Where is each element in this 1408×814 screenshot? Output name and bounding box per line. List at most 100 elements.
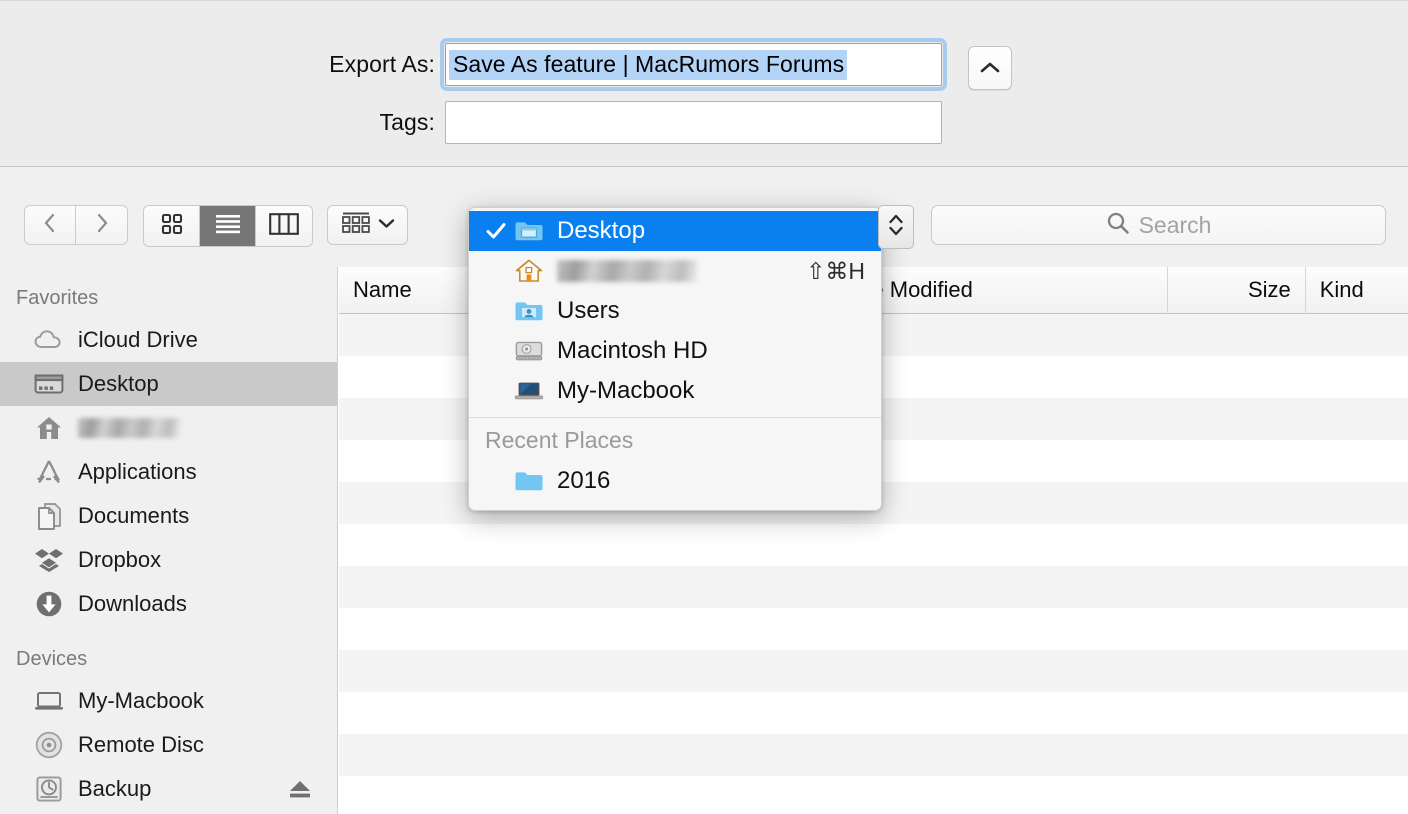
disc-icon: [34, 730, 64, 760]
list-icon: [214, 213, 242, 240]
view-mode-segmented-control: [143, 205, 313, 247]
search-placeholder: Search: [1138, 211, 1212, 238]
sidebar-item-label: Remote Disc: [78, 732, 204, 757]
column-view-button[interactable]: [256, 206, 312, 246]
chevron-down-icon: [378, 216, 395, 234]
sidebar-item-documents[interactable]: Documents: [0, 494, 337, 538]
table-row[interactable]: [339, 650, 1408, 692]
sidebar-item-label: iCloud Drive: [78, 327, 198, 352]
column-header-kind[interactable]: Kind: [1306, 267, 1408, 314]
chevron-left-icon: [43, 212, 57, 239]
laptop-color-icon: [511, 380, 547, 402]
popup-item-users[interactable]: Users: [469, 291, 881, 331]
popup-item-home[interactable]: ⇧⌘H: [469, 251, 881, 291]
sidebar-item-label: Documents: [78, 503, 190, 528]
sidebar-item-downloads[interactable]: Downloads: [0, 582, 337, 626]
stepper-up-down-icon: [887, 210, 905, 245]
dropbox-icon: [34, 545, 64, 575]
grid-icon: [160, 212, 184, 241]
home-icon: [34, 413, 64, 443]
popup-item-my-macbook[interactable]: My-Macbook: [469, 371, 881, 411]
export-options-pane: Export As: Save As feature | MacRumors F…: [0, 0, 1408, 167]
table-row[interactable]: [339, 692, 1408, 734]
popup-item-label: 2016: [557, 467, 611, 494]
export-as-label: Export As:: [329, 51, 435, 77]
popup-item-2016[interactable]: 2016: [469, 461, 881, 501]
location-popup-menu: Desktop ⇧⌘H Users Macintosh HD My-Macboo…: [468, 207, 882, 511]
sidebar-item-label: Backup: [78, 776, 152, 801]
export-as-input[interactable]: Save As feature | MacRumors Forums: [440, 38, 947, 91]
search-icon: [1106, 211, 1130, 240]
search-input[interactable]: Search: [931, 205, 1386, 245]
popup-recent-places-title: Recent Places: [485, 427, 634, 453]
cloud-icon: [34, 325, 64, 355]
sidebar-item-desktop[interactable]: Desktop: [0, 362, 337, 406]
sidebar-item-remote-disc[interactable]: Remote Disc: [0, 723, 337, 767]
popup-separator: [469, 417, 881, 418]
sidebar-item-label: My-Macbook: [78, 688, 204, 713]
back-button[interactable]: [24, 205, 76, 245]
chevron-up-icon: [979, 61, 1001, 75]
arrange-by-button[interactable]: [327, 205, 408, 245]
popup-item-shortcut: ⇧⌘H: [806, 257, 865, 284]
export-as-value: Save As feature | MacRumors Forums: [449, 49, 848, 80]
popup-item-label: Macintosh HD: [557, 337, 708, 364]
sidebar-item-icloud-drive[interactable]: iCloud Drive: [0, 318, 337, 362]
folder-desktop-icon: [511, 219, 547, 243]
folder-icon: [511, 469, 547, 493]
sidebar-item-applications[interactable]: Applications: [0, 450, 337, 494]
home-icon-color: [511, 258, 547, 284]
documents-icon: [34, 501, 64, 531]
sidebar-item-home[interactable]: [0, 406, 337, 450]
icon-view-button[interactable]: [144, 206, 200, 246]
column-header-size[interactable]: Size: [1168, 267, 1306, 314]
laptop-icon: [34, 686, 64, 716]
sidebar-group-favorites-title: Favorites: [16, 287, 99, 309]
collapse-dialog-button[interactable]: [968, 46, 1012, 90]
table-row[interactable]: [339, 524, 1408, 566]
sidebar-group-devices-title: Devices: [16, 648, 88, 670]
sidebar-item-label: Dropbox: [78, 547, 162, 572]
arrange-grid-icon: [341, 211, 371, 240]
chevron-right-icon: [95, 212, 109, 239]
navigation-buttons: [24, 205, 128, 245]
table-row[interactable]: [339, 776, 1408, 814]
forward-button[interactable]: [76, 205, 128, 245]
sidebar-item-my-macbook[interactable]: My-Macbook: [0, 679, 337, 723]
tags-input[interactable]: [445, 101, 942, 144]
save-dialog: Export As: Save As feature | MacRumors F…: [0, 0, 1408, 814]
sidebar-item-backup[interactable]: Backup: [0, 767, 337, 811]
popup-item-desktop[interactable]: Desktop: [469, 211, 881, 251]
location-stepper[interactable]: [878, 205, 914, 249]
download-icon: [34, 589, 64, 619]
column-header-label: Kind: [1319, 277, 1364, 302]
popup-item-macintosh-hd[interactable]: Macintosh HD: [469, 331, 881, 371]
folder-users-icon: [511, 299, 547, 323]
appstore-icon: [34, 457, 64, 487]
tags-label: Tags:: [379, 109, 435, 135]
export-as-row: Export As: Save As feature | MacRumors F…: [0, 38, 1036, 91]
table-row[interactable]: [339, 566, 1408, 608]
popup-item-label: Desktop: [557, 217, 646, 244]
sidebar-item-label: Desktop: [78, 371, 159, 396]
finder-sidebar: Favorites iCloud Drive Desktop Applicati…: [0, 267, 338, 814]
checkmark-icon: [481, 221, 511, 241]
table-row[interactable]: [339, 734, 1408, 776]
sidebar-item-label-redacted: [78, 418, 180, 438]
table-row[interactable]: [339, 608, 1408, 650]
column-header-label: Name: [353, 277, 412, 302]
list-view-button[interactable]: [200, 206, 256, 246]
timemachine-icon: [34, 774, 64, 804]
columns-icon: [269, 212, 299, 240]
column-header-label: Size: [1247, 277, 1291, 302]
desktop-icon: [34, 369, 64, 399]
popup-item-label: Users: [557, 297, 620, 324]
popup-item-label: My-Macbook: [557, 377, 695, 404]
popup-item-label-redacted: [557, 260, 697, 282]
tags-row: Tags:: [0, 101, 1036, 144]
eject-icon[interactable]: [287, 778, 313, 800]
harddisk-icon: [511, 339, 547, 363]
sidebar-item-label: Downloads: [78, 591, 187, 616]
sidebar-item-label: Applications: [78, 459, 197, 484]
sidebar-item-dropbox[interactable]: Dropbox: [0, 538, 337, 582]
